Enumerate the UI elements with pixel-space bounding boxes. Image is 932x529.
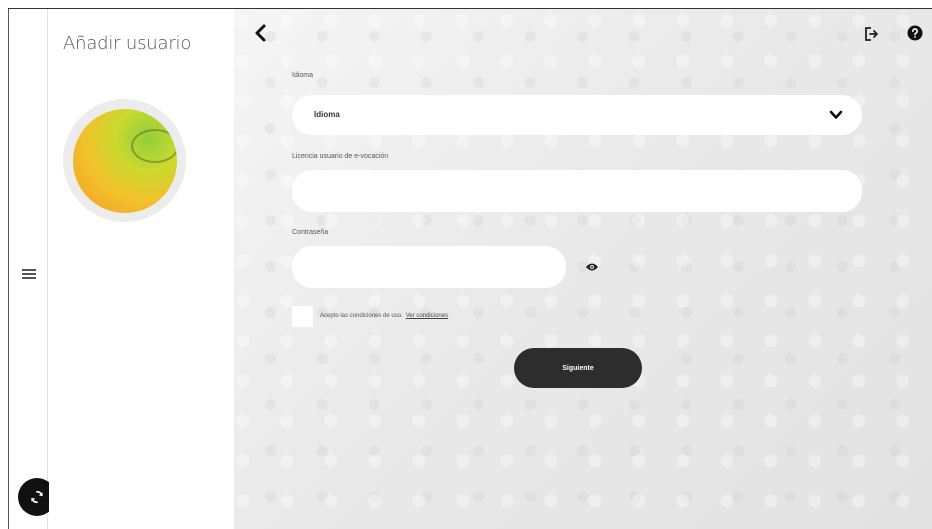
terms-text: Acepto las condiciones de uso. Ver condic…	[320, 313, 448, 319]
profile-panel: Añadir usuario	[49, 9, 234, 529]
logout-icon[interactable]	[862, 25, 880, 43]
eye-icon[interactable]	[585, 260, 599, 272]
terms-checkbox[interactable]	[292, 306, 313, 327]
left-rail	[8, 9, 48, 529]
avatar[interactable]	[72, 108, 177, 213]
username-label: Licencia usuario de e-vocación	[292, 153, 389, 160]
language-select-value: Idioma	[314, 110, 340, 119]
chevron-left-icon[interactable]	[252, 23, 270, 43]
next-button[interactable]: Siguiente	[514, 348, 642, 388]
chevron-down-icon	[829, 110, 843, 119]
username-input[interactable]	[292, 170, 862, 212]
language-label: Idioma	[292, 72, 314, 79]
language-select[interactable]: Idioma	[292, 95, 862, 135]
terms-label: Acepto las condiciones de uso.	[320, 313, 403, 319]
terms-link[interactable]: Ver condiciones	[406, 313, 448, 319]
password-input[interactable]	[292, 246, 566, 288]
main-content: Idioma Idioma Licencia usuario de e-voca…	[234, 9, 932, 529]
password-label: Contraseña	[292, 229, 329, 236]
page-title: Añadir usuario	[63, 33, 192, 54]
avatar-frame	[63, 99, 186, 222]
hamburger-menu-icon[interactable]	[22, 269, 36, 279]
help-icon[interactable]	[907, 25, 923, 41]
